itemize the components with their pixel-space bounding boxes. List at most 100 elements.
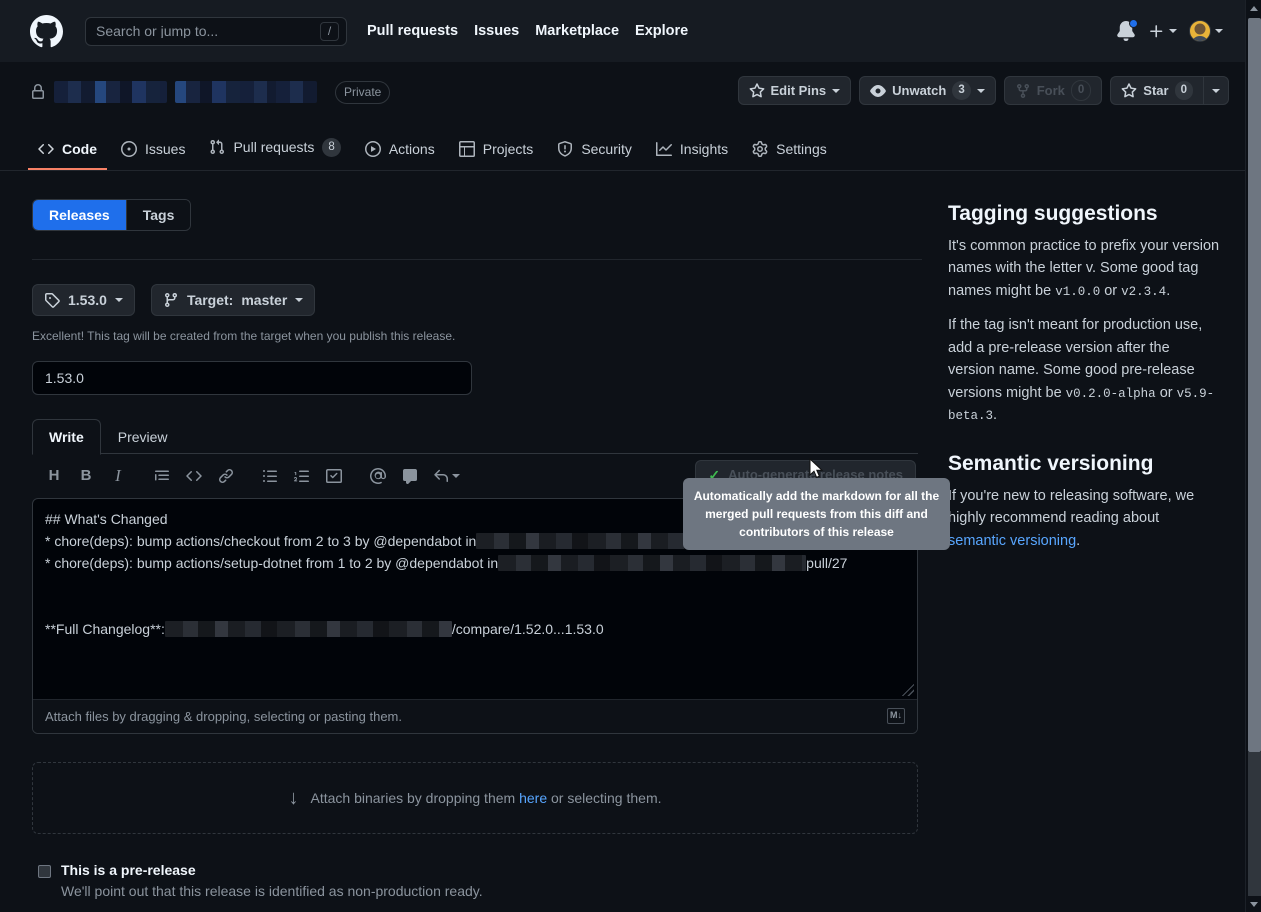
ordered-list-icon[interactable] [286,461,318,491]
semantic-versioning-heading: Semantic versioning [948,451,1220,477]
tab-security[interactable]: Security [547,133,642,170]
task-list-icon[interactable] [318,461,350,491]
heading-icon[interactable]: H [38,461,70,491]
tab-issues[interactable]: Issues [111,133,195,170]
prerelease-checkbox[interactable] [38,865,51,878]
notes-line-3-prefix: * chore(deps): bump actions/setup-dotnet… [45,552,498,574]
tab-code[interactable]: Code [28,133,107,170]
eye-icon [870,83,886,99]
edit-pins-button[interactable]: Edit Pins [738,76,852,105]
tagging-p1-b: or [1100,283,1121,299]
markdown-icon[interactable]: M↓ [887,708,905,724]
tag-target-row: 1.53.0 Target: master [32,284,922,316]
code-icon[interactable] [178,461,210,491]
star-label: Star [1143,83,1168,98]
dropzone-text-after: or selecting them. [547,790,661,806]
unordered-list-icon[interactable] [254,461,286,491]
tab-write[interactable]: Write [32,419,101,455]
tag-selector-button[interactable]: 1.53.0 [32,284,135,316]
release-title-input[interactable]: 1.53.0 [32,361,472,395]
notes-line-3-suffix: pull/27 [806,552,847,574]
tab-preview[interactable]: Preview [101,419,185,455]
star-button-group: Star 0 [1110,76,1229,105]
global-nav: Pull requests Issues Marketplace Explore [367,23,688,39]
tab-pull-requests[interactable]: Pull requests 8 [199,130,350,170]
italic-icon[interactable]: I [102,461,134,491]
release-title-value: 1.53.0 [45,370,84,386]
textarea-resize-handle[interactable] [902,684,914,696]
search-input[interactable]: Search or jump to... / [85,17,347,46]
tab-pull-requests-label: Pull requests [233,139,314,155]
dropzone-text: Attach binaries by dropping them here or… [311,790,662,806]
tab-actions-label: Actions [389,141,435,157]
table-icon [459,141,475,157]
shield-icon [557,141,573,157]
code-icon [38,141,54,157]
tab-projects[interactable]: Projects [449,133,544,170]
main-content: Releases Tags 1.53.0 Target: master [0,171,1245,912]
toggle-releases[interactable]: Releases [33,200,126,230]
create-new-button[interactable] [1148,23,1177,40]
tab-settings[interactable]: Settings [742,133,837,170]
notes-line-5-redacted-url [165,621,452,637]
prerelease-description: We'll point out that this release is ide… [61,883,922,899]
arrow-down-icon: ↓ [289,788,299,808]
nav-pull-requests[interactable]: Pull requests [367,23,458,39]
tab-issues-label: Issues [145,141,185,157]
fork-icon [1015,83,1031,99]
divider [32,259,922,260]
tagging-p2-c: . [993,407,997,423]
nav-marketplace[interactable]: Marketplace [535,23,619,39]
tagging-paragraph-1: It's common practice to prefix your vers… [948,235,1220,302]
scroll-up-button[interactable] [1246,0,1261,16]
lock-icon [30,84,46,100]
tagging-suggestions-heading: Tagging suggestions [948,201,1220,227]
unwatch-count: 3 [952,81,970,100]
reply-icon[interactable] [426,461,466,491]
mention-icon[interactable] [362,461,394,491]
tab-code-label: Code [62,141,97,157]
releases-tags-toggle: Releases Tags [32,199,191,231]
quote-icon[interactable] [146,461,178,491]
release-notes-editor: Write Preview H B I [32,418,918,734]
edit-pins-label: Edit Pins [771,83,827,98]
vertical-scrollbar[interactable] [1245,0,1261,912]
notes-line-5-prefix: **Full Changelog**: [45,618,165,640]
link-icon[interactable] [210,461,242,491]
unwatch-button[interactable]: Unwatch 3 [859,76,996,105]
tagging-p1-code1: v1.0.0 [1055,285,1100,299]
tagging-p1-code2: v2.3.4 [1121,285,1166,299]
toggle-tags[interactable]: Tags [126,200,191,230]
binaries-dropzone[interactable]: ↓ Attach binaries by dropping them here … [32,762,918,834]
chevron-down-icon [977,89,985,93]
tab-settings-label: Settings [776,141,827,157]
nav-issues[interactable]: Issues [474,23,519,39]
scrollbar-thumb[interactable] [1248,18,1261,752]
account-menu-button[interactable] [1189,20,1223,42]
star-options-button[interactable] [1203,76,1229,105]
tab-insights[interactable]: Insights [646,133,738,170]
chevron-down-icon [452,474,460,478]
semantic-versioning-link[interactable]: semantic versioning [948,533,1076,549]
dropzone-select-link[interactable]: here [519,790,547,806]
github-mark-icon[interactable] [30,15,63,48]
tab-insights-label: Insights [680,141,728,157]
release-form-column: Releases Tags 1.53.0 Target: master [32,199,922,912]
bold-icon[interactable]: B [70,461,102,491]
avatar [1189,20,1211,42]
tab-actions[interactable]: Actions [355,133,445,170]
scroll-down-button[interactable] [1246,896,1261,912]
semver-text-b: . [1076,533,1080,549]
search-shortcut-key: / [320,22,339,41]
cross-reference-icon[interactable] [394,461,426,491]
chevron-down-icon [1250,902,1258,907]
nav-explore[interactable]: Explore [635,23,688,39]
star-button[interactable]: Star 0 [1110,76,1203,105]
star-icon [1121,83,1137,99]
issue-opened-icon [121,141,137,157]
star-count: 0 [1175,81,1193,100]
target-selector-button[interactable]: Target: master [151,284,315,316]
scrollbar-track[interactable] [1248,752,1261,896]
notifications-button[interactable] [1116,21,1136,41]
tab-security-label: Security [581,141,632,157]
